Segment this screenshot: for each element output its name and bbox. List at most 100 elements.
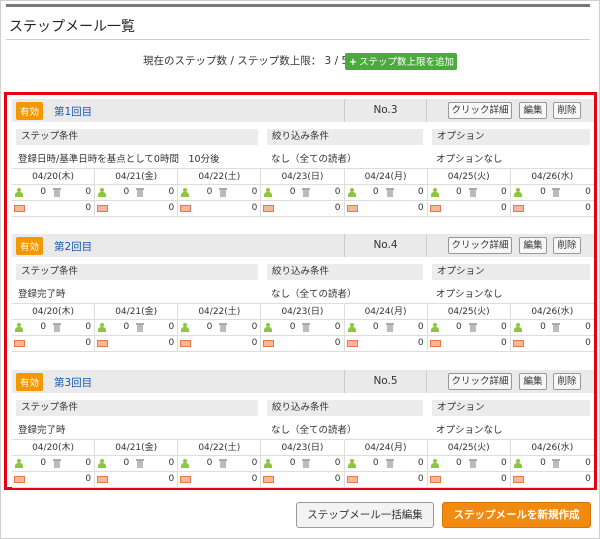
deleted-count: 0 — [585, 187, 591, 197]
sent-cell: 0 — [511, 201, 594, 216]
reader-icon — [430, 323, 440, 332]
deleted-count: 0 — [334, 322, 341, 332]
step-block: 有効 第3回目 No.5 クリック詳細 編集 削除 ステップ条件 絞り込み条件 … — [12, 370, 594, 497]
reader-cell: 0 0 — [95, 320, 179, 335]
sent-cell: 0 — [12, 472, 96, 487]
step-name-link[interactable]: 第2回目 — [54, 239, 92, 254]
step-list: 有効 第1回目 No.3 クリック詳細 編集 削除 ステップ条件 絞り込み条件 … — [4, 92, 597, 490]
mail-icon — [346, 339, 358, 348]
sent-cell: 0 — [261, 201, 345, 216]
trash-icon — [52, 459, 62, 468]
mail-icon — [180, 339, 192, 348]
date-cell: 04/26(水) — [531, 443, 574, 453]
reader-icon — [263, 188, 273, 197]
sent-cell: 0 — [511, 472, 594, 487]
sent-cell: 0 — [178, 472, 262, 487]
date-cell: 04/24(月) — [345, 169, 428, 184]
new-step-mail-button[interactable]: ステップメールを新規作成 — [442, 502, 591, 528]
reader-icon — [347, 459, 357, 468]
delete-button[interactable]: 削除 — [553, 102, 581, 119]
click-detail-button[interactable]: クリック詳細 — [448, 102, 512, 119]
reader-cell: 0 0 — [345, 185, 428, 200]
reader-icon — [263, 459, 273, 468]
sent-cell: 0 — [261, 336, 345, 351]
reader-count: 0 — [40, 458, 47, 468]
reader-count: 0 — [206, 322, 213, 332]
sent-cell: 0 — [95, 336, 179, 351]
date-cell: 04/25(火) — [428, 440, 511, 455]
sent-cell: 0 — [12, 201, 96, 216]
reader-cell: 0 0 — [511, 456, 594, 471]
deleted-count: 0 — [168, 187, 175, 197]
trash-icon — [135, 188, 145, 197]
edit-button[interactable]: 編集 — [519, 237, 547, 254]
reader-row: 0 0 0 0 0 0 0 0 0 0 0 0 0 0 — [12, 185, 594, 201]
deleted-count: 0 — [334, 458, 341, 468]
step-number: No.5 — [344, 370, 427, 393]
sent-count: 0 — [417, 474, 424, 484]
trash-icon — [385, 323, 395, 332]
reader-icon — [430, 459, 440, 468]
sent-count: 0 — [417, 338, 424, 348]
sent-row: 0 0 0 0 0 0 0 — [12, 336, 594, 352]
reader-count: 0 — [123, 322, 130, 332]
trash-icon — [218, 323, 228, 332]
sent-count: 0 — [334, 474, 341, 484]
filter-label: 絞り込み条件 — [267, 129, 423, 145]
reader-count: 0 — [123, 458, 130, 468]
reader-icon — [97, 323, 107, 332]
sent-count: 0 — [168, 338, 175, 348]
sent-count: 0 — [334, 203, 341, 213]
option-label: オプション — [432, 129, 590, 145]
bulk-edit-button[interactable]: ステップメール一括編集 — [296, 502, 434, 528]
step-name-link[interactable]: 第3回目 — [54, 375, 92, 390]
option-value: オプションなし — [436, 425, 503, 436]
sent-count: 0 — [251, 474, 258, 484]
add-step-limit-label: ステップ数上限を追加 — [358, 57, 454, 68]
reader-count: 0 — [372, 322, 379, 332]
reader-cell: 0 0 — [178, 456, 262, 471]
date-cell: 04/21(金) — [95, 440, 179, 455]
delete-button[interactable]: 削除 — [553, 237, 581, 254]
click-detail-button[interactable]: クリック詳細 — [448, 373, 512, 390]
mail-icon — [97, 204, 109, 213]
reader-count: 0 — [40, 187, 47, 197]
trash-icon — [468, 323, 478, 332]
sent-count: 0 — [585, 474, 591, 484]
condition-label: ステップ条件 — [16, 264, 258, 280]
reader-row: 0 0 0 0 0 0 0 0 0 0 0 0 0 0 — [12, 320, 594, 336]
delete-button[interactable]: 削除 — [553, 373, 581, 390]
sent-count: 0 — [501, 474, 507, 484]
deleted-count: 0 — [417, 322, 424, 332]
edit-button[interactable]: 編集 — [519, 102, 547, 119]
mail-icon — [512, 339, 524, 348]
reader-icon — [263, 323, 273, 332]
mail-icon — [180, 204, 192, 213]
step-name-link[interactable]: 第1回目 — [54, 104, 92, 119]
edit-button[interactable]: 編集 — [519, 373, 547, 390]
sent-count: 0 — [585, 203, 591, 213]
sent-cell: 0 — [95, 201, 179, 216]
date-cell: 04/20(木) — [12, 169, 96, 184]
date-cell: 04/22(土) — [178, 440, 262, 455]
deleted-count: 0 — [251, 458, 258, 468]
title-bar: ステップメール一覧 — [6, 4, 590, 40]
reader-cell: 0 0 — [12, 456, 96, 471]
mail-icon — [263, 475, 275, 484]
reader-count: 0 — [289, 322, 296, 332]
reader-count: 0 — [289, 458, 296, 468]
trash-icon — [468, 459, 478, 468]
reader-cell: 0 0 — [12, 320, 96, 335]
step-number: No.4 — [344, 234, 427, 257]
mail-icon — [263, 339, 275, 348]
reader-icon — [347, 323, 357, 332]
trash-icon — [301, 323, 311, 332]
click-detail-button[interactable]: クリック詳細 — [448, 237, 512, 254]
step-header: 有効 第2回目 No.4 クリック詳細 編集 削除 — [12, 234, 594, 257]
reader-count: 0 — [456, 187, 462, 197]
sent-cell: 0 — [345, 472, 428, 487]
trash-icon — [551, 323, 561, 332]
add-step-limit-button[interactable]: + ステップ数上限を追加 — [345, 53, 457, 70]
sent-count: 0 — [251, 338, 258, 348]
reader-icon — [513, 188, 523, 197]
